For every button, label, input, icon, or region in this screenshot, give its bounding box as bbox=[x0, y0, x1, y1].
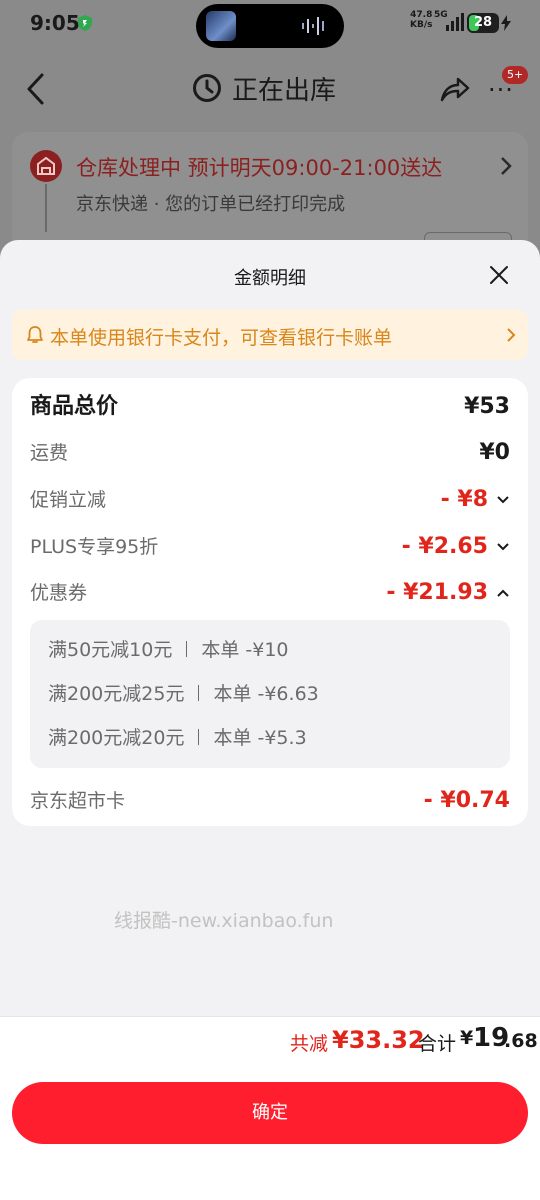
chevron-right-icon bbox=[507, 328, 516, 342]
battery-icon: 28 bbox=[467, 13, 499, 33]
timeline-line bbox=[45, 184, 47, 232]
battery-level: 28 bbox=[473, 15, 493, 30]
divider bbox=[198, 729, 200, 745]
notice-text: 本单使用银行卡支付，可查看银行卡账单 bbox=[50, 327, 393, 349]
total-amount-decimal: .68 bbox=[504, 1030, 538, 1052]
network-speed-value: 47.8 bbox=[410, 10, 433, 20]
now-playing-thumbnail bbox=[206, 11, 236, 41]
row-label: 优惠券 bbox=[30, 582, 88, 604]
total-discount-label: 共减 bbox=[290, 1033, 329, 1055]
coupon-item: 满50元减10元 本单 -¥10 bbox=[48, 635, 289, 665]
row-label: 运费 bbox=[30, 442, 69, 464]
confirm-button[interactable]: 确定 bbox=[12, 1082, 528, 1144]
chevron-up-icon[interactable] bbox=[496, 586, 510, 600]
row-label: PLUS专享95折 bbox=[30, 536, 159, 558]
network-speed-unit: KB/s bbox=[410, 20, 433, 30]
row-promotion[interactable]: 促销立减 - ¥8 bbox=[12, 485, 528, 515]
row-plus-discount[interactable]: PLUS专享95折 - ¥2.65 bbox=[12, 532, 528, 562]
signal-icon bbox=[446, 13, 464, 31]
row-shipping: 运费 ¥0 bbox=[12, 438, 528, 468]
divider bbox=[198, 685, 200, 701]
row-value: - ¥0.74 bbox=[423, 788, 510, 813]
clock-icon bbox=[193, 74, 221, 102]
coupon-rule: 满50元减10元 bbox=[48, 639, 173, 661]
divider bbox=[186, 641, 188, 657]
row-value: ¥0 bbox=[479, 440, 510, 465]
share-icon[interactable] bbox=[438, 74, 470, 104]
row-value: - ¥8 bbox=[440, 487, 488, 512]
coupon-item: 满200元减20元 本单 -¥5.3 bbox=[48, 723, 307, 753]
coupon-detail-list: 满50元减10元 本单 -¥10 满200元减25元 本单 -¥6.63 满200元… bbox=[30, 620, 510, 768]
row-supermarket-card: 京东超市卡 - ¥0.74 bbox=[12, 786, 528, 816]
close-icon[interactable] bbox=[488, 264, 510, 286]
charging-icon bbox=[501, 15, 511, 31]
page-title: 正在出库 bbox=[192, 70, 336, 106]
status-time: 9:05 bbox=[30, 11, 80, 35]
bell-icon bbox=[27, 326, 43, 343]
row-value: - ¥2.65 bbox=[401, 534, 488, 559]
status-bar: 9:05 47.8 KB/s 5G 28 bbox=[0, 0, 540, 48]
total-summary-bar: 共减 ¥33.32 合计 ¥ 19 .68 bbox=[0, 1016, 540, 1064]
coupon-rule: 满200元减25元 bbox=[48, 683, 185, 705]
row-goods-total: 商品总价 ¥53 bbox=[12, 392, 528, 422]
row-value: ¥53 bbox=[464, 394, 510, 419]
amount-detail-card: 商品总价 ¥53 运费 ¥0 促销立减 - ¥8 PLUS专享95折 - ¥2.… bbox=[12, 378, 528, 826]
row-label: 商品总价 bbox=[30, 394, 119, 419]
order-status-text: 仓库处理中 预计明天09:00-21:00送达 bbox=[76, 156, 443, 180]
dynamic-island[interactable] bbox=[196, 4, 344, 48]
row-label: 京东超市卡 bbox=[30, 790, 126, 812]
coupon-applied: 本单 -¥5.3 bbox=[213, 727, 307, 749]
chevron-right-icon bbox=[501, 157, 512, 175]
chevron-down-icon[interactable] bbox=[496, 540, 510, 554]
row-value: - ¥21.93 bbox=[386, 580, 488, 605]
bank-card-notice[interactable]: 本单使用银行卡支付，可查看银行卡账单 bbox=[12, 310, 528, 360]
notification-badge: 5+ bbox=[502, 66, 529, 84]
sheet-title: 金额明细 bbox=[234, 268, 306, 289]
watermark-text: 线报酷-new.xianbao.fun bbox=[114, 910, 334, 932]
coupon-applied: 本单 -¥10 bbox=[201, 639, 289, 661]
coupon-item: 满200元减25元 本单 -¥6.63 bbox=[48, 679, 319, 709]
page-title-text: 正在出库 bbox=[232, 75, 337, 106]
coupon-applied: 本单 -¥6.63 bbox=[213, 683, 319, 705]
back-arrow-icon[interactable] bbox=[24, 72, 48, 106]
audio-wave-icon bbox=[302, 17, 324, 35]
total-currency: ¥ bbox=[460, 1027, 474, 1049]
coupon-rule: 满200元减20元 bbox=[48, 727, 185, 749]
network-speed: 47.8 KB/s bbox=[410, 10, 432, 30]
sheet-footer: 确定 bbox=[0, 1064, 540, 1200]
warehouse-icon bbox=[30, 150, 62, 182]
total-label: 合计 bbox=[418, 1033, 457, 1055]
total-discount-value: ¥33.32 bbox=[332, 1026, 425, 1054]
chevron-down-icon[interactable] bbox=[496, 493, 510, 507]
row-label: 促销立减 bbox=[30, 489, 107, 511]
amount-detail-sheet: 金额明细 本单使用银行卡支付，可查看银行卡账单 商品总价 ¥53 运费 ¥0 促… bbox=[0, 240, 540, 1200]
order-substatus-text: 京东快递 · 您的订单已经打印完成 bbox=[76, 194, 346, 215]
shield-icon bbox=[78, 15, 92, 31]
row-coupon[interactable]: 优惠券 - ¥21.93 bbox=[12, 578, 528, 608]
